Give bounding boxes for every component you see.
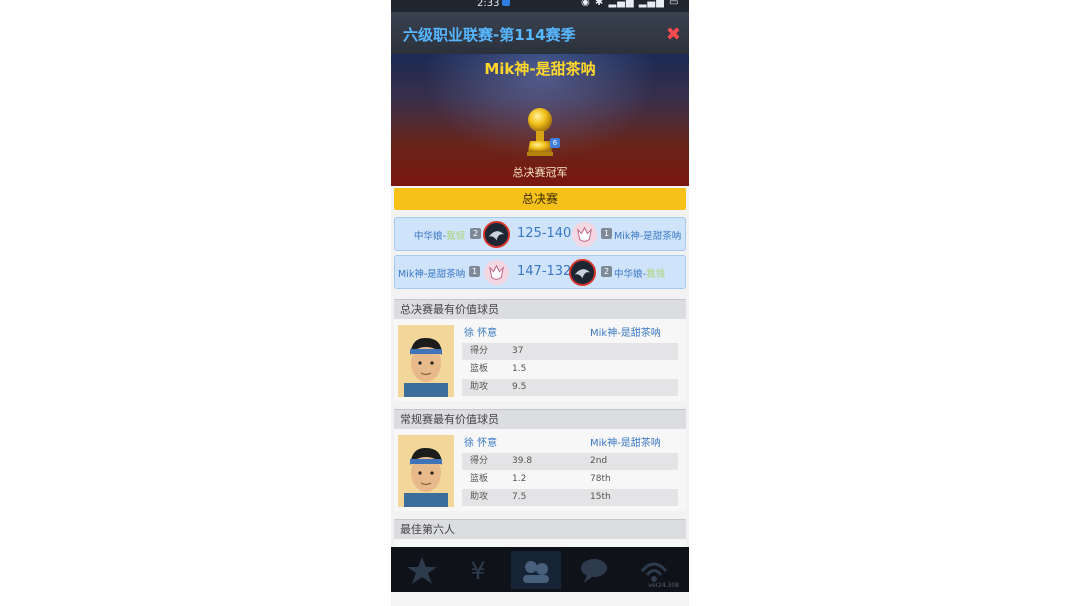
stat-value: 1.2: [512, 474, 527, 484]
finals-header-bar[interactable]: 总决赛: [394, 188, 686, 210]
game-1-home-name: 中华娘-: [414, 231, 446, 242]
player-team[interactable]: Mik神-是甜茶呐: [590, 434, 661, 449]
stat-row: 篮板 1.5: [462, 361, 678, 378]
stat-value: 7.5: [512, 492, 527, 502]
page-title: 六级职业联赛-第114赛季: [403, 26, 576, 44]
game-1-away-team[interactable]: Mik神-是甜茶呐: [614, 228, 681, 242]
game-1-away-seed: 1: [601, 228, 612, 239]
stat-row: 助攻 9.5: [462, 379, 678, 396]
stat-row: 篮板 1.2 78th: [462, 471, 678, 488]
stat-row: 得分 39.8 2nd: [462, 453, 678, 470]
team-logo-dark-icon: [569, 259, 596, 286]
champion-team-name[interactable]: Mik神-是甜茶呐: [391, 58, 689, 79]
yen-icon[interactable]: ¥: [453, 551, 503, 589]
stat-value: 1.5: [512, 364, 527, 374]
version-label: ver24.308: [648, 582, 679, 589]
team-logo-wolf-icon: [483, 259, 510, 286]
player-avatar: [398, 325, 454, 397]
phone-screen: 2:33 ◉ ✱ ▂▄▆ ▂▄▆ ▭ 六级职业联赛-第114赛季 ✖ Mik神-…: [391, 0, 689, 606]
svg-text:¥: ¥: [470, 557, 485, 585]
stat-row: 助攻 7.5 15th: [462, 489, 678, 506]
stat-value: 9.5: [512, 382, 527, 392]
finals-mvp-heading: 总决赛最有价值球员: [394, 299, 686, 319]
finals-mvp-card[interactable]: 徐 怀意 Mik神-是甜茶呐 得分 37 篮板 1.5 助攻 9.5: [394, 319, 686, 401]
player-team[interactable]: Mik神-是甜茶呐: [590, 324, 661, 339]
game-2-home-seed: 1: [469, 266, 480, 277]
stat-row: 得分 37: [462, 343, 678, 360]
stat-rank: 15th: [590, 492, 611, 502]
trophy-badge: 6: [550, 138, 560, 148]
bottom-nav: ¥ ver24.308: [391, 547, 689, 592]
stat-rank: 78th: [590, 474, 611, 484]
chat-icon[interactable]: [569, 551, 619, 589]
game-2-away-seed: 2: [601, 266, 612, 277]
champion-caption: 总决赛冠军: [512, 166, 568, 179]
stat-value: 37: [512, 346, 524, 356]
stat-label: 助攻: [470, 492, 489, 502]
player-avatar: [398, 435, 454, 507]
champion-banner: Mik神-是甜茶呐 6 总决赛冠军: [391, 54, 689, 186]
stat-label: 篮板: [470, 474, 489, 484]
stat-value: 39.8: [512, 456, 533, 466]
player-name[interactable]: 徐 怀意: [464, 324, 497, 339]
team-icon[interactable]: [511, 551, 561, 589]
player-name[interactable]: 徐 怀意: [464, 434, 497, 449]
title-bar: 六级职业联赛-第114赛季 ✖: [391, 12, 689, 54]
trophy-icon: 6: [522, 106, 560, 158]
game-2-away-name: 中华娘-: [614, 269, 646, 280]
notification-icon: [502, 0, 511, 6]
close-icon[interactable]: ✖: [666, 24, 681, 45]
stat-label: 助攻: [470, 382, 489, 392]
system-nav-bar: [391, 592, 689, 606]
game-1-score: 125-140: [517, 226, 572, 241]
team-logo-dark-icon: [483, 221, 510, 248]
regular-mvp-card[interactable]: 徐 怀意 Mik神-是甜茶呐 得分 39.8 2nd 篮板 1.2 78th 助…: [394, 429, 686, 511]
status-bar: 2:33 ◉ ✱ ▂▄▆ ▂▄▆ ▭: [391, 0, 689, 12]
finals-game-2[interactable]: Mik神-是甜茶呐 1 147-132 2 中华娘-我领: [394, 255, 686, 289]
stat-label: 篮板: [470, 364, 489, 374]
status-time: 2:33: [477, 0, 511, 9]
sixth-man-heading: 最佳第六人: [394, 519, 686, 539]
finals-game-1[interactable]: 中华娘-我领 2 125-140 1 Mik神-是甜茶呐: [394, 217, 686, 251]
game-2-home-team[interactable]: Mik神-是甜茶呐: [398, 266, 465, 280]
stat-label: 得分: [470, 456, 489, 466]
stat-label: 得分: [470, 346, 489, 356]
game-1-home-suffix: 我领: [445, 231, 465, 242]
game-1-home-team[interactable]: 中华娘-我领: [414, 228, 465, 242]
game-2-score: 147-132: [517, 264, 572, 279]
stat-rank: 2nd: [590, 456, 608, 466]
regular-mvp-heading: 常规赛最有价值球员: [394, 409, 686, 429]
game-1-home-seed: 2: [470, 228, 481, 239]
status-time-text: 2:33: [477, 0, 500, 9]
sixth-man-card[interactable]: [394, 539, 686, 547]
signal-battery-icons: ◉ ✱ ▂▄▆ ▂▄▆ ▭: [581, 0, 680, 8]
team-logo-wolf-icon: [571, 221, 598, 248]
game-2-away-suffix: 我领: [645, 269, 665, 280]
game-2-away-team[interactable]: 中华娘-我领: [614, 266, 665, 280]
star-icon[interactable]: [397, 551, 447, 589]
